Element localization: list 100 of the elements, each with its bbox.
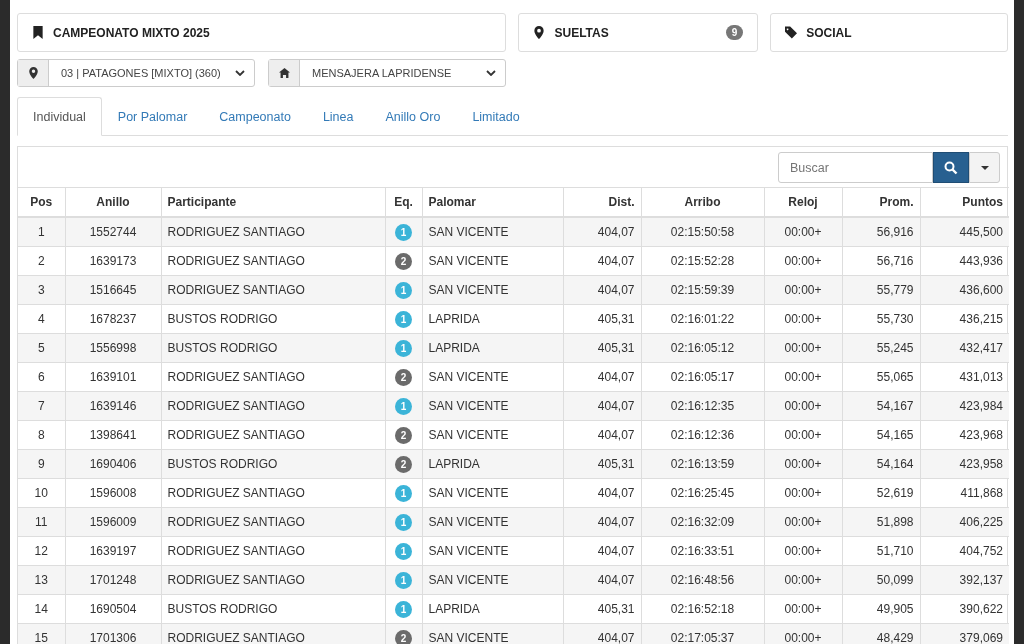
- team-badge: 1: [395, 310, 412, 328]
- chevron-down-icon: [486, 70, 496, 76]
- position-cell: 7: [18, 391, 65, 421]
- clock-cell: 00:00+: [764, 362, 842, 392]
- tab[interactable]: Anillo Oro: [369, 97, 457, 136]
- average-cell: 54,167: [842, 391, 920, 421]
- position-cell: 11: [18, 507, 65, 537]
- arrival-cell: 02:16:12:35: [641, 391, 764, 421]
- loft-cell: LAPRIDA: [422, 594, 563, 624]
- clock-cell: 00:00+: [764, 217, 842, 247]
- distance-cell: 405,31: [563, 304, 641, 334]
- category-card[interactable]: CAMPEONATO MIXTO 2025: [17, 13, 507, 52]
- search-icon: [944, 160, 958, 175]
- arrival-cell: 02:16:48:56: [641, 565, 764, 595]
- participant-cell: RODRIGUEZ SANTIAGO: [161, 246, 385, 276]
- team-badge: 1: [395, 223, 412, 241]
- participant-cell: RODRIGUEZ SANTIAGO: [161, 536, 385, 566]
- position-cell: 10: [18, 478, 65, 508]
- arrival-cell: 02:16:32:09: [641, 507, 764, 537]
- position-cell: 2: [18, 246, 65, 276]
- tab[interactable]: Linea: [306, 97, 370, 136]
- ring-cell: 1596008: [65, 478, 161, 508]
- card-title: SOCIAL: [806, 25, 853, 40]
- team-badge: 1: [395, 513, 412, 531]
- team-badge: 2: [395, 426, 412, 444]
- ring-cell: 1690406: [65, 449, 161, 479]
- search-button[interactable]: [933, 152, 969, 183]
- average-cell: 51,898: [842, 507, 920, 537]
- average-cell: 55,730: [842, 304, 920, 334]
- average-cell: 55,245: [842, 333, 920, 363]
- loft-cell: SAN VICENTE: [422, 420, 563, 450]
- select-field[interactable]: 03 | PATAGONES [MIXTO] (360): [17, 59, 255, 87]
- points-cell: 436,600: [920, 275, 1009, 305]
- map-pin-icon: [27, 67, 39, 79]
- category-card[interactable]: SOCIAL: [770, 13, 1008, 52]
- average-cell: 54,164: [842, 449, 920, 479]
- position-cell: 15: [18, 623, 65, 644]
- clock-cell: 00:00+: [764, 391, 842, 421]
- ring-cell: 1556998: [65, 333, 161, 363]
- arrival-cell: 02:16:05:17: [641, 362, 764, 392]
- distance-cell: 404,07: [563, 275, 641, 305]
- position-cell: 12: [18, 536, 65, 566]
- participant-cell: BUSTOS RODRIGO: [161, 449, 385, 479]
- clock-cell: 00:00+: [764, 275, 842, 305]
- loft-cell: SAN VICENTE: [422, 362, 563, 392]
- loft-cell: LAPRIDA: [422, 304, 563, 334]
- ring-cell: 1398641: [65, 420, 161, 450]
- clock-cell: 00:00+: [764, 594, 842, 624]
- team-badge: 2: [395, 455, 412, 473]
- chevron-down-icon: [235, 70, 245, 76]
- ring-cell: 1639146: [65, 391, 161, 421]
- position-cell: 14: [18, 594, 65, 624]
- participant-cell: BUSTOS RODRIGO: [161, 594, 385, 624]
- points-cell: 432,417: [920, 333, 1009, 363]
- average-cell: 55,779: [842, 275, 920, 305]
- participant-cell: RODRIGUEZ SANTIAGO: [161, 391, 385, 421]
- points-cell: 445,500: [920, 217, 1009, 247]
- distance-cell: 404,07: [563, 565, 641, 595]
- ring-cell: 1552744: [65, 217, 161, 247]
- tab[interactable]: Por Palomar: [101, 97, 204, 136]
- team-badge: 1: [395, 542, 412, 560]
- distance-cell: 404,07: [563, 478, 641, 508]
- distance-cell: 404,07: [563, 217, 641, 247]
- clock-cell: 00:00+: [764, 304, 842, 334]
- caret-icon: [980, 165, 989, 170]
- tab[interactable]: Individual: [17, 97, 102, 136]
- map-pin-icon: [533, 26, 546, 39]
- loft-cell: LAPRIDA: [422, 449, 563, 479]
- search-field[interactable]: Buscar: [778, 152, 933, 183]
- participant-cell: RODRIGUEZ SANTIAGO: [161, 478, 385, 508]
- ring-cell: 1639101: [65, 362, 161, 392]
- select-field[interactable]: MENSAJERA LAPRIDENSE: [268, 59, 506, 87]
- team-badge: 1: [395, 571, 412, 589]
- tag-icon: [785, 26, 798, 39]
- arrival-cell: 02:16:01:22: [641, 304, 764, 334]
- position-cell: 6: [18, 362, 65, 392]
- average-cell: 56,716: [842, 246, 920, 276]
- category-card[interactable]: SUELTAS 9: [518, 13, 759, 52]
- loft-cell: SAN VICENTE: [422, 391, 563, 421]
- average-cell: 56,916: [842, 217, 920, 247]
- points-cell: 406,225: [920, 507, 1009, 537]
- arrival-cell: 02:15:59:39: [641, 275, 764, 305]
- team-badge: 2: [395, 252, 412, 270]
- position-cell: 1: [18, 217, 65, 247]
- clock-cell: 00:00+: [764, 478, 842, 508]
- arrival-cell: 02:15:50:58: [641, 217, 764, 247]
- points-cell: 423,958: [920, 449, 1009, 479]
- loft-cell: LAPRIDA: [422, 333, 563, 363]
- team-badge: 1: [395, 484, 412, 502]
- team-badge: 1: [395, 281, 412, 299]
- tab[interactable]: Campeonato: [203, 97, 307, 136]
- select-value: MENSAJERA LAPRIDENSE: [311, 67, 453, 79]
- tab[interactable]: Limitado: [456, 97, 536, 136]
- loft-cell: SAN VICENTE: [422, 478, 563, 508]
- participant-cell: RODRIGUEZ SANTIAGO: [161, 565, 385, 595]
- loft-cell: SAN VICENTE: [422, 217, 563, 247]
- ring-cell: 1639197: [65, 536, 161, 566]
- team-badge: 1: [395, 339, 412, 357]
- ring-cell: 1516645: [65, 275, 161, 305]
- loft-cell: SAN VICENTE: [422, 536, 563, 566]
